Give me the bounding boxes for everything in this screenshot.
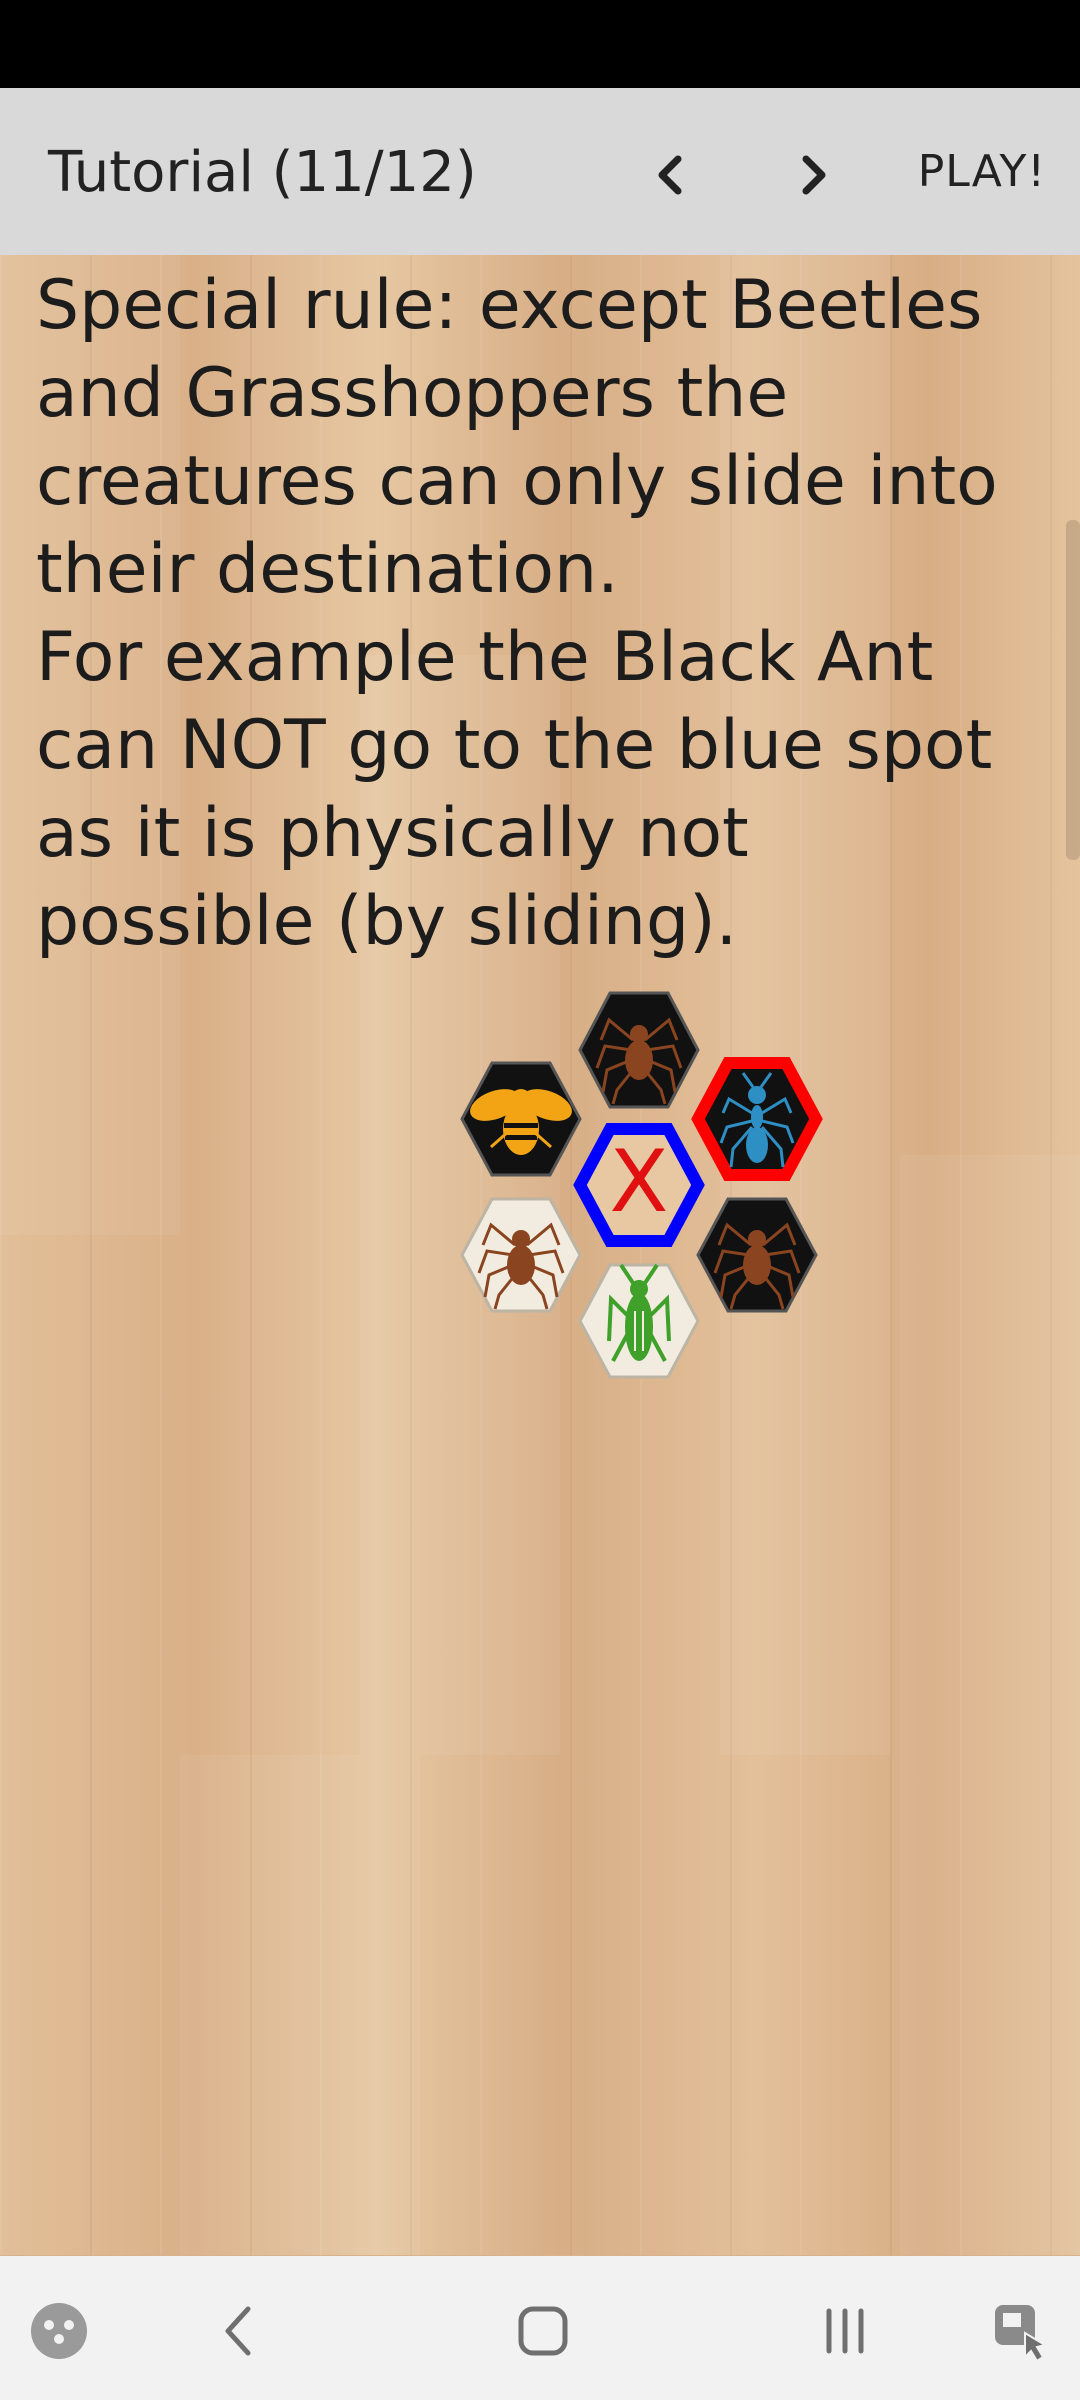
system-navigation-bar [0, 2256, 1080, 2400]
tile-white-grasshopper[interactable] [578, 1263, 700, 1379]
page-title: Tutorial (11/12) [48, 140, 477, 205]
tile-white-spider[interactable] [460, 1197, 582, 1313]
tile-black-ant-selected[interactable] [691, 1057, 823, 1181]
back-icon [225, 2306, 251, 2356]
tutorial-text: Special rule: except Beetles and Grassho… [36, 266, 998, 961]
game-launcher-icon [31, 2303, 87, 2359]
chevron-right-icon [802, 155, 826, 195]
target-spot[interactable]: X [573, 1123, 705, 1247]
status-bar [0, 0, 1080, 88]
app-bar: Tutorial (11/12) PLAY! [0, 88, 1080, 255]
screenshot-assist-button[interactable] [976, 2286, 1066, 2376]
tile-black-spider-top[interactable] [578, 991, 700, 1109]
scrollbar[interactable] [1066, 520, 1080, 860]
target-x-marker: X [610, 1132, 669, 1232]
previous-button[interactable] [640, 140, 700, 210]
game-launcher-button[interactable] [14, 2286, 104, 2376]
recents-icon [826, 2308, 864, 2354]
system-home-button[interactable] [498, 2286, 588, 2376]
play-button[interactable]: PLAY! [918, 146, 1046, 197]
system-recents-button[interactable] [800, 2286, 890, 2376]
system-back-button[interactable] [194, 2286, 284, 2376]
hive-board: X [460, 991, 823, 1379]
chevron-left-icon [658, 155, 682, 195]
next-button[interactable] [784, 140, 844, 210]
tile-black-bee[interactable] [460, 1061, 582, 1177]
home-icon [518, 2306, 568, 2356]
screenshot-assist-icon [995, 2305, 1048, 2363]
tile-black-spider-right[interactable] [696, 1197, 818, 1313]
